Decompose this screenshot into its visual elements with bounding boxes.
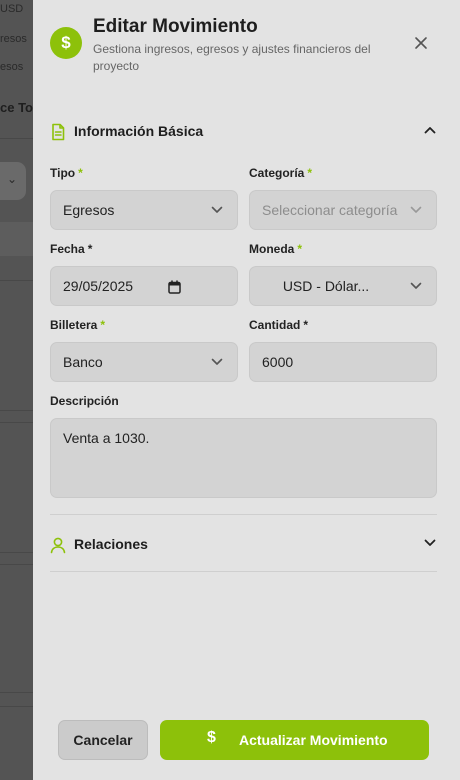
bg-text-currency: USD [0,3,24,15]
document-icon [52,123,65,141]
cantidad-input[interactable]: 6000 [249,342,437,382]
close-icon [415,37,427,49]
fecha-label: Fecha * [50,242,92,256]
moneda-label-text: Moneda [249,242,295,256]
chevron-down-icon [410,282,422,289]
descripcion-value: Venta a 1030. [63,430,150,446]
fecha-label-text: Fecha [50,242,85,256]
descripcion-label: Descripción [50,394,119,408]
section-relations-title: Relaciones [74,536,148,552]
chevron-up-icon [424,127,436,134]
required-mark: * [100,318,106,332]
drawer-header: $ Editar Movimiento Gestiona ingresos, e… [33,0,460,100]
edit-movement-drawer: $ Editar Movimiento Gestiona ingresos, e… [33,0,460,780]
chevron-down-icon [211,206,223,213]
bg-select: ⌄ [0,162,26,200]
user-icon [50,537,66,554]
chevron-down-icon [424,539,436,546]
bg-divider [0,564,33,565]
moneda-value: USD - Dólar... [282,278,370,294]
fecha-date-input[interactable]: 29/05/2025 [50,266,238,306]
billetera-value: Banco [63,354,103,370]
bg-divider [0,410,33,411]
cantidad-value: 6000 [262,354,294,370]
required-mark: * [78,166,83,180]
bg-chevron-icon: ⌄ [6,172,17,186]
billetera-select[interactable]: Banco [50,342,238,382]
bg-divider [0,138,33,139]
cancel-button[interactable]: Cancelar [58,720,148,760]
required-mark: * [87,242,93,256]
tipo-value: Egresos [63,202,115,218]
drawer-subtitle: Gestiona ingresos, egresos y ajustes fin… [93,42,371,73]
fecha-value: 29/05/2025 [63,278,134,294]
bg-divider [0,280,33,281]
moneda-label: Moneda * [249,242,302,256]
section-basic-info-toggle[interactable]: Información Básica [50,120,436,144]
dollar-icon: $ [207,729,216,746]
cantidad-label-text: Cantidad [249,318,301,332]
moneda-select[interactable]: USD - Dólar... [249,266,437,306]
section-divider [50,571,437,572]
cantidad-label: Cantidad * [249,318,308,332]
required-mark: * [297,242,303,256]
categoria-label: Categoría * [249,166,312,180]
bg-text-egresos: esos [0,61,24,73]
close-button[interactable] [411,33,431,53]
background-page: USD resos esos ce Tot ⌄ [0,0,33,780]
bg-divider [0,422,33,423]
bg-text-ingresos: resos [0,33,27,45]
billetera-label-text: Billetera [50,318,98,332]
bg-text-total: ce Tot [0,100,33,115]
section-divider [50,514,437,515]
tipo-label-text: Tipo [50,166,76,180]
categoria-select[interactable]: Seleccionar categoría [249,190,437,230]
categoria-label-text: Categoría [249,166,305,180]
bg-row [0,222,33,256]
chevron-down-icon [410,206,422,213]
categoria-placeholder: Seleccionar categoría [262,202,398,218]
bg-divider [0,692,33,693]
section-relations-toggle[interactable]: Relaciones [50,533,436,557]
tipo-label: Tipo * [50,166,83,180]
calendar-icon[interactable] [168,280,181,294]
bg-divider [0,552,33,553]
bg-divider [0,706,33,707]
descripcion-textarea[interactable]: Venta a 1030. [50,418,437,498]
required-mark: * [307,166,313,180]
section-basic-info-title: Información Básica [74,123,204,139]
drawer-title: Editar Movimiento [93,16,258,37]
update-movement-label: Actualizar Movimiento [239,732,388,748]
required-mark: * [303,318,309,332]
dollar-icon: $ [50,27,82,59]
billetera-label: Billetera * [50,318,105,332]
chevron-down-icon [211,358,223,365]
update-movement-button[interactable]: $ Actualizar Movimiento [160,720,429,760]
tipo-select[interactable]: Egresos [50,190,238,230]
